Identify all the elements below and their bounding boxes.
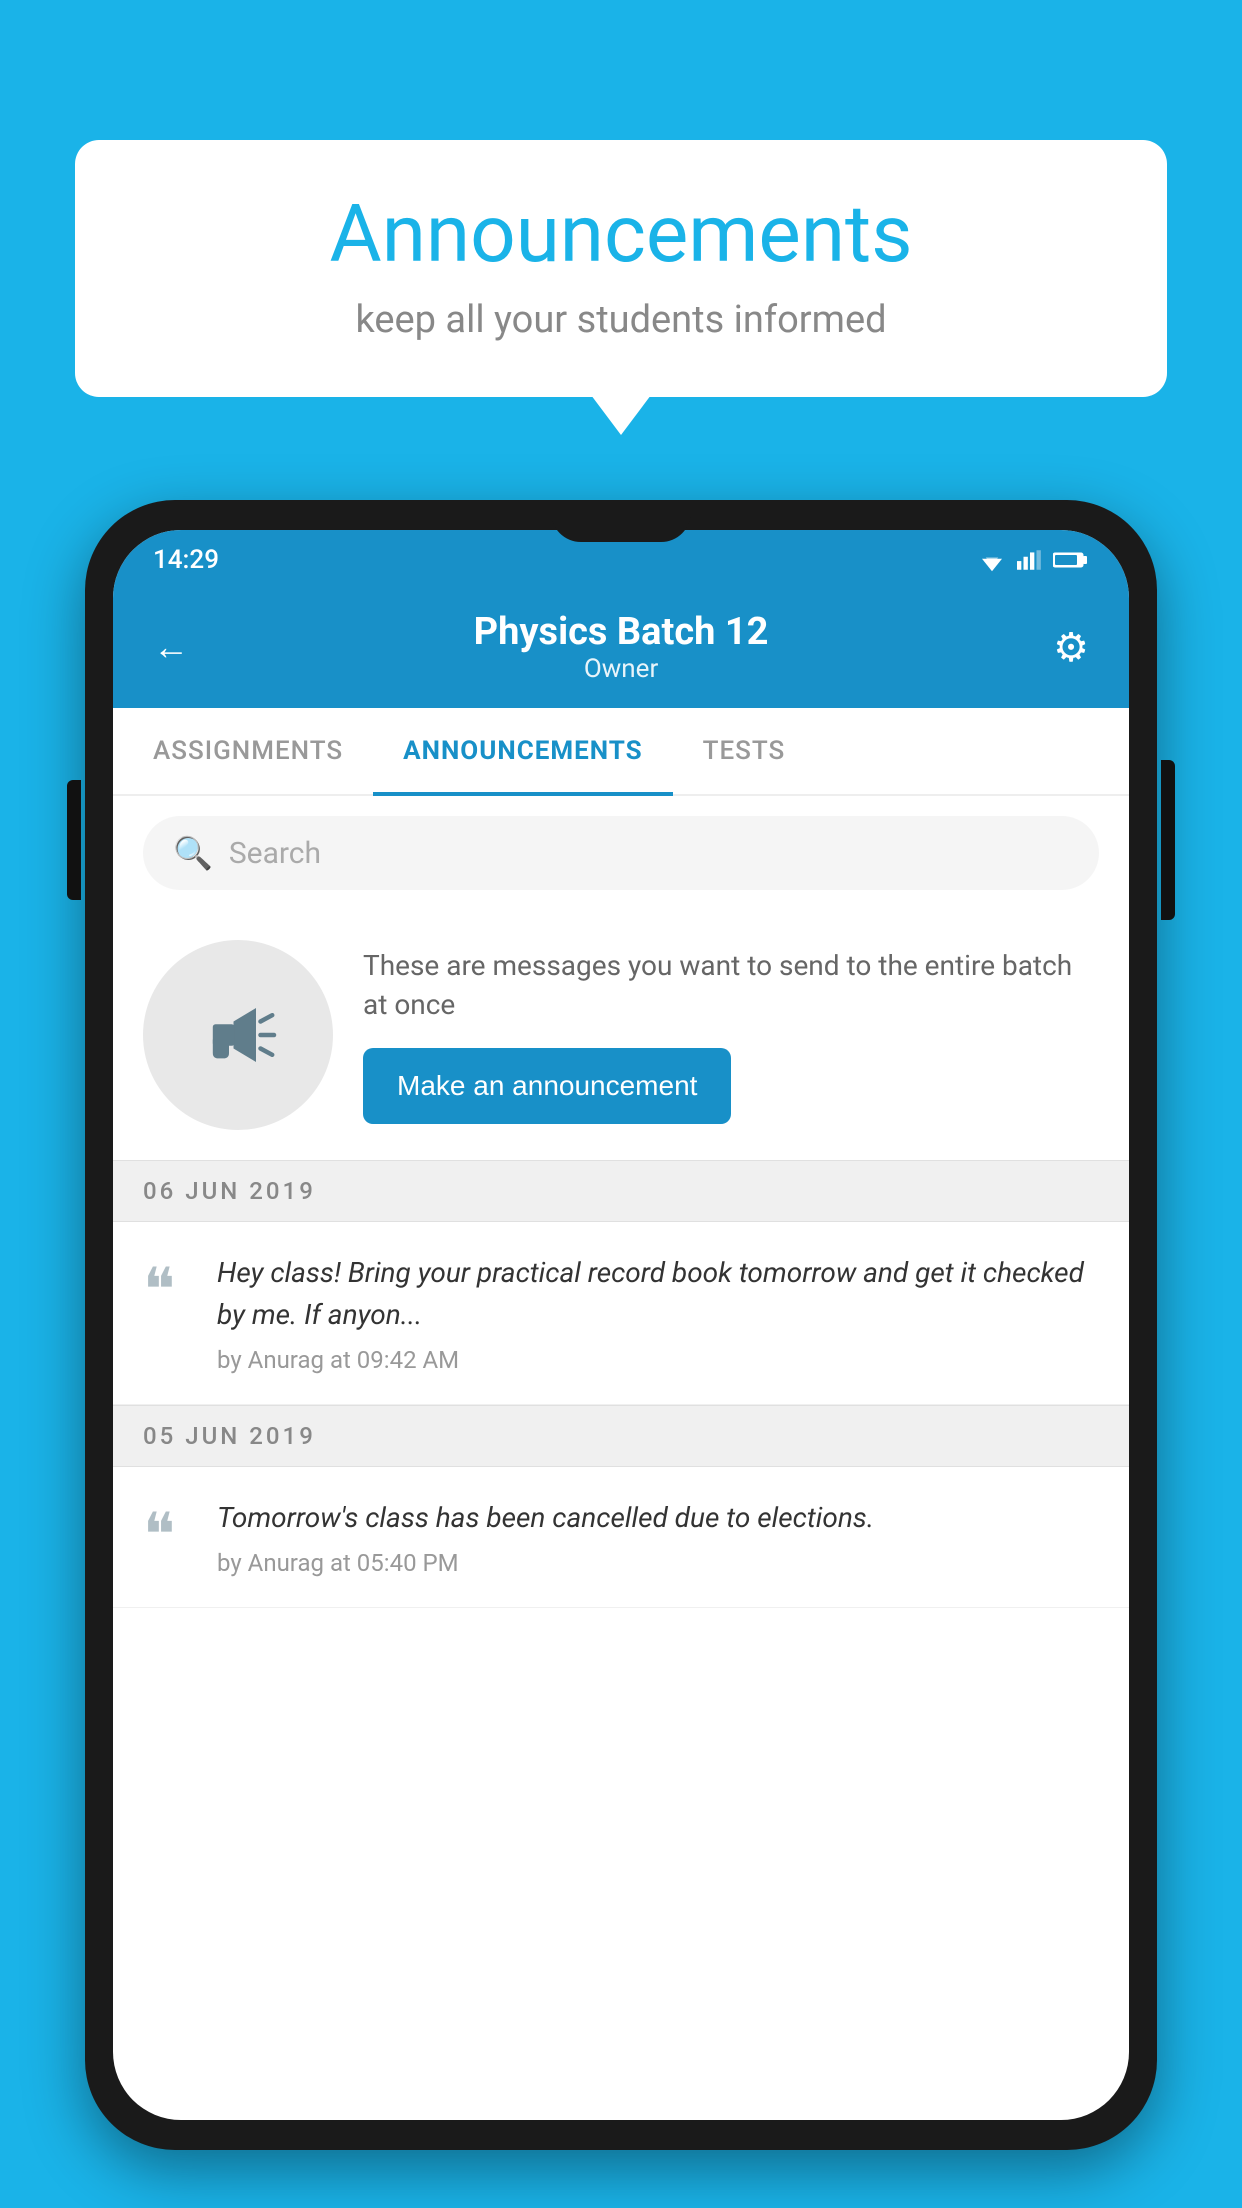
promo-description: These are messages you want to send to t…	[363, 946, 1099, 1024]
make-announcement-button[interactable]: Make an announcement	[363, 1048, 731, 1124]
status-icons	[977, 548, 1089, 572]
speech-bubble: Announcements keep all your students inf…	[75, 140, 1167, 397]
phone-outer: 14:29	[85, 500, 1157, 2150]
announcement-item-1: ❝ Hey class! Bring your practical record…	[113, 1222, 1129, 1405]
search-placeholder: Search	[229, 836, 321, 871]
announcement-content-2: Tomorrow's class has been cancelled due …	[217, 1497, 1099, 1577]
speech-bubble-subtitle: keep all your students informed	[135, 298, 1107, 342]
signal-icon	[1017, 548, 1043, 572]
search-icon: 🔍	[173, 834, 213, 872]
announcement-content-1: Hey class! Bring your practical record b…	[217, 1252, 1099, 1374]
tab-tests[interactable]: TESTS	[673, 708, 816, 794]
announcement-text-1: Hey class! Bring your practical record b…	[217, 1252, 1099, 1336]
quote-icon-2: ❝	[143, 1497, 193, 1565]
announcement-text-2: Tomorrow's class has been cancelled due …	[217, 1497, 1099, 1539]
tab-assignments[interactable]: ASSIGNMENTS	[123, 708, 373, 794]
speech-bubble-title: Announcements	[135, 190, 1107, 278]
header-title: Physics Batch 12	[189, 610, 1053, 654]
promo-icon-circle	[143, 940, 333, 1130]
status-time: 14:29	[153, 545, 219, 575]
date-divider-1: 06 JUN 2019	[113, 1160, 1129, 1222]
content-area: 🔍 Search	[113, 796, 1129, 1608]
back-button[interactable]: ←	[153, 626, 189, 668]
settings-icon[interactable]: ⚙	[1053, 624, 1089, 671]
wifi-icon	[977, 548, 1007, 572]
phone-screen: 14:29	[113, 530, 1129, 2120]
announcement-meta-2: by Anurag at 05:40 PM	[217, 1549, 1099, 1577]
promo-content: These are messages you want to send to t…	[363, 946, 1099, 1124]
promo-card: These are messages you want to send to t…	[113, 910, 1129, 1160]
search-input-wrapper[interactable]: 🔍 Search	[143, 816, 1099, 890]
header-subtitle: Owner	[189, 654, 1053, 684]
phone-notch	[551, 500, 691, 542]
phone-container: 14:29	[85, 500, 1157, 2208]
search-container: 🔍 Search	[113, 796, 1129, 910]
speech-bubble-section: Announcements keep all your students inf…	[75, 140, 1167, 397]
tabs-container: ASSIGNMENTS ANNOUNCEMENTS TESTS	[113, 708, 1129, 796]
app-header: ← Physics Batch 12 Owner ⚙	[113, 590, 1129, 708]
megaphone-icon	[193, 990, 283, 1080]
battery-icon	[1053, 548, 1089, 572]
quote-icon-1: ❝	[143, 1252, 193, 1320]
tab-announcements[interactable]: ANNOUNCEMENTS	[373, 708, 672, 794]
announcement-meta-1: by Anurag at 09:42 AM	[217, 1346, 1099, 1374]
header-title-container: Physics Batch 12 Owner	[189, 610, 1053, 684]
announcement-item-2: ❝ Tomorrow's class has been cancelled du…	[113, 1467, 1129, 1608]
date-divider-2: 05 JUN 2019	[113, 1405, 1129, 1467]
